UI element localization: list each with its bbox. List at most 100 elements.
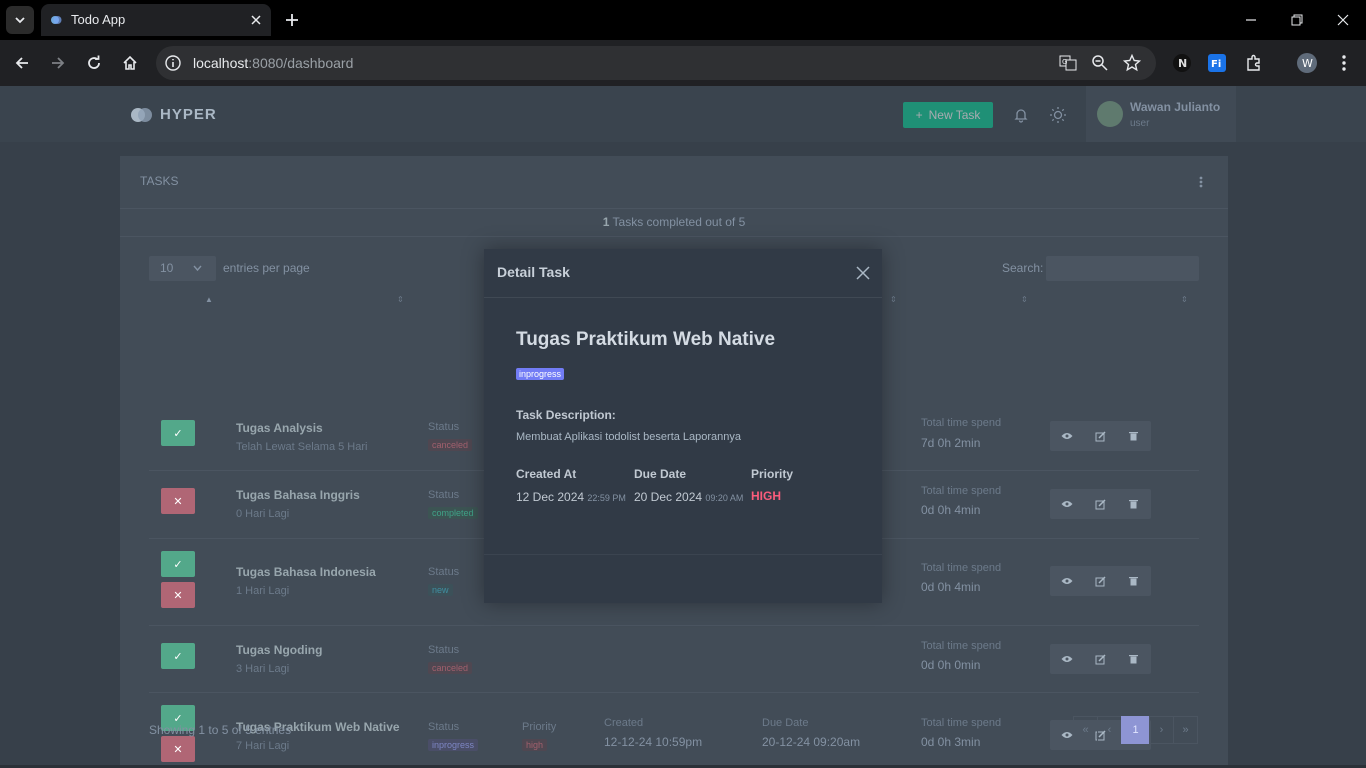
info-icon[interactable] <box>164 54 182 72</box>
time-value: 0d 0h 4min <box>921 580 981 594</box>
priority-value: HIGH <box>751 489 781 503</box>
address-bar[interactable]: localhost:8080/dashboard G <box>156 46 1156 80</box>
trash-icon[interactable] <box>1126 652 1140 666</box>
row-actions <box>1050 566 1151 596</box>
home-icon <box>123 55 137 70</box>
sort-asc-icon[interactable]: ▲ <box>205 295 213 304</box>
edit-icon[interactable] <box>1093 497 1107 511</box>
new-tab-button[interactable] <box>280 8 304 32</box>
close-window-button[interactable] <box>1330 8 1356 32</box>
modal-header: Detail Task <box>484 249 882 298</box>
created-label: Created <box>604 717 644 729</box>
task-title[interactable]: Tugas Ngoding <box>236 643 322 657</box>
complete-button[interactable]: ✓ <box>161 420 195 446</box>
task-title[interactable]: Tugas Bahasa Indonesia <box>236 565 376 579</box>
tab-title: Todo App <box>71 12 126 27</box>
minimize-icon <box>1246 19 1256 21</box>
created-at-label: Created At <box>516 467 577 481</box>
x-icon: ✕ <box>173 743 183 756</box>
row-actions <box>1050 421 1151 451</box>
back-button[interactable] <box>10 51 34 75</box>
home-button[interactable] <box>118 51 142 75</box>
sort-icon[interactable]: ⇕ <box>1021 295 1028 304</box>
complete-button[interactable]: ✓ <box>161 643 195 669</box>
puzzle-icon[interactable] <box>1243 52 1265 74</box>
created-at-value: 12 Dec 2024 22:59 PM <box>516 490 626 504</box>
status-label: Status <box>428 566 460 578</box>
task-title[interactable]: Tugas Bahasa Inggris <box>236 488 360 502</box>
trash-icon[interactable] <box>1126 574 1140 588</box>
browser-tab[interactable]: Todo App <box>41 4 271 36</box>
eye-icon[interactable] <box>1060 652 1074 666</box>
eye-icon[interactable] <box>1060 497 1074 511</box>
url-text[interactable]: localhost:8080/dashboard <box>193 55 353 71</box>
next-page-button[interactable]: › <box>1149 716 1174 744</box>
brand-logo[interactable]: HYPER <box>130 106 217 123</box>
modal-close-button[interactable] <box>854 264 872 282</box>
entries-per-page-select[interactable]: 10 <box>149 256 216 281</box>
modal-title: Detail Task <box>497 264 570 280</box>
card-title: TASKS <box>140 174 179 188</box>
time-label: Total time spend <box>921 485 1002 497</box>
app-favicon-icon <box>51 16 62 24</box>
menu-dots-icon[interactable] <box>1194 174 1208 190</box>
table-row: ✓ ✕ Tugas Praktikum Web Native 7 Hari La… <box>149 693 1199 768</box>
forward-button[interactable] <box>46 51 70 75</box>
menu-dots-icon[interactable] <box>1333 52 1355 74</box>
user-menu[interactable]: Wawan Julianto user <box>1086 86 1236 142</box>
trash-icon[interactable] <box>1126 497 1140 511</box>
cancel-button[interactable]: ✕ <box>161 488 195 514</box>
cancel-button[interactable]: ✕ <box>161 736 195 762</box>
prev-page-button[interactable]: ‹ <box>1097 716 1122 744</box>
edit-icon[interactable] <box>1093 429 1107 443</box>
plus-icon: + <box>915 108 923 122</box>
priority-label: Priority <box>751 467 794 481</box>
translate-icon[interactable]: G <box>1059 54 1077 72</box>
time-label: Total time spend <box>921 562 1002 574</box>
profile-avatar-icon[interactable]: W <box>1296 52 1318 74</box>
eye-icon[interactable] <box>1060 728 1074 742</box>
entries-label: entries per page <box>223 261 310 275</box>
new-task-button[interactable]: + New Task <box>903 102 993 128</box>
task-title: Tugas Praktikum Web Native <box>516 329 776 350</box>
sort-icon[interactable]: ⇕ <box>1181 295 1188 304</box>
sort-icon[interactable]: ⇕ <box>890 295 897 304</box>
zoom-icon[interactable] <box>1091 54 1109 72</box>
eye-icon[interactable] <box>1060 574 1074 588</box>
edit-icon[interactable] <box>1093 652 1107 666</box>
trash-icon[interactable] <box>1126 429 1140 443</box>
eye-icon[interactable] <box>1060 429 1074 443</box>
last-page-button[interactable]: » <box>1173 716 1198 744</box>
star-icon[interactable] <box>1123 54 1141 72</box>
tab-close-button[interactable] <box>247 11 265 29</box>
page-1-button[interactable]: 1 <box>1121 716 1150 744</box>
edit-icon[interactable] <box>1093 574 1107 588</box>
time-label: Total time spend <box>921 640 1002 652</box>
tab-search-button[interactable] <box>6 6 34 34</box>
table-row: ✓ Tugas Ngoding 3 Hari Lagi Status cance… <box>149 626 1199 693</box>
first-page-button[interactable]: « <box>1073 716 1098 744</box>
task-title[interactable]: Tugas Analysis <box>236 421 323 435</box>
task-deadline: 3 Hari Lagi <box>236 663 290 675</box>
minimize-button[interactable] <box>1238 8 1264 32</box>
complete-button[interactable]: ✓ <box>161 551 195 577</box>
app-topbar: HYPER + New Task Wawan Julianto user <box>0 86 1366 142</box>
search-input[interactable] <box>1046 256 1199 281</box>
pagination: « ‹ 1 › » <box>1073 716 1198 744</box>
check-icon: ✓ <box>173 558 183 571</box>
extension-fi-icon[interactable]: Fi <box>1206 52 1228 74</box>
sort-icon[interactable]: ⇕ <box>397 295 404 304</box>
reload-button[interactable] <box>82 51 106 75</box>
description-label: Task Description: <box>516 408 616 422</box>
modal-footer <box>484 554 882 555</box>
extension-n-icon[interactable]: N <box>1171 52 1193 74</box>
status-label: Status <box>428 489 460 501</box>
bell-icon[interactable] <box>1011 105 1031 125</box>
completed-summary: 1 Tasks completed out of 5 <box>120 208 1228 237</box>
restore-button[interactable] <box>1284 8 1310 32</box>
x-icon: ✕ <box>173 589 183 602</box>
task-description: Membuat Aplikasi todolist beserta Lapora… <box>516 431 742 443</box>
sun-icon[interactable] <box>1048 105 1068 125</box>
status-badge: canceled <box>428 662 473 674</box>
cancel-button[interactable]: ✕ <box>161 582 195 608</box>
